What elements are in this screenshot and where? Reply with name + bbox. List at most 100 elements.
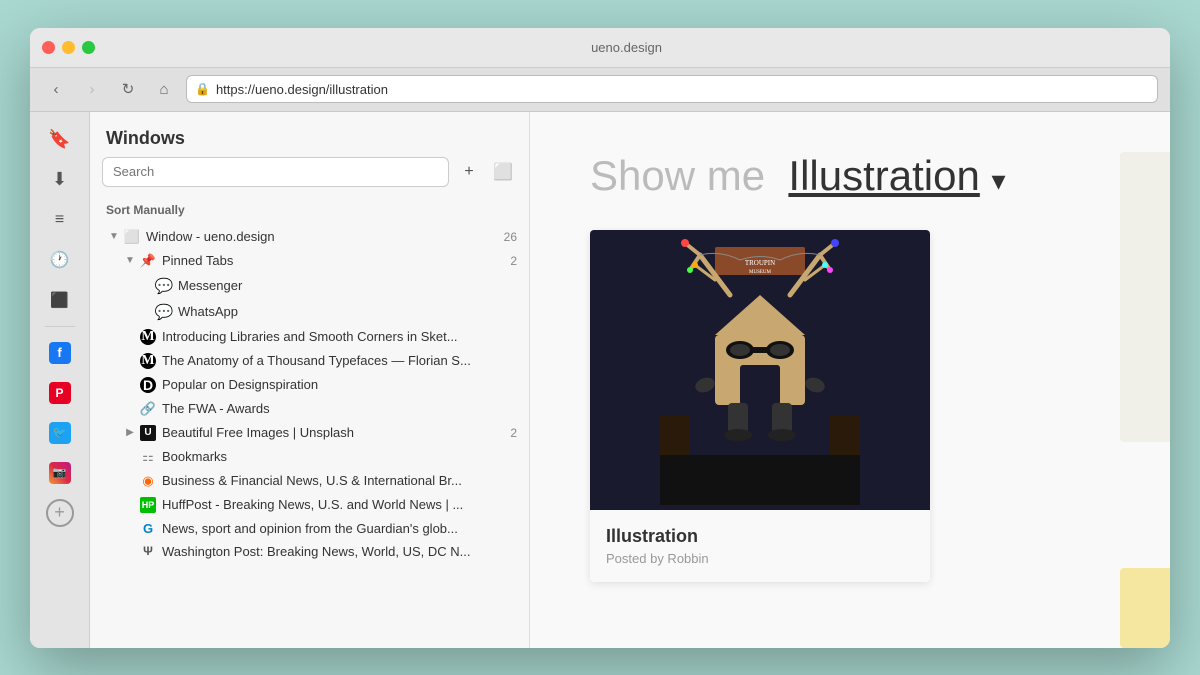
- medium-icon: M: [138, 353, 158, 369]
- tree-item-count: 2: [510, 426, 517, 440]
- tree-item-count: 2: [510, 254, 517, 268]
- page-heading: Show me Illustration ▾: [590, 152, 1110, 200]
- tree-item-label: Window - ueno.design: [146, 229, 504, 244]
- search-bar-container: + ⬜: [90, 157, 529, 199]
- svg-text:MUSEUM: MUSEUM: [749, 270, 772, 275]
- chevron-right-icon: ▶: [122, 427, 138, 438]
- tree-item-guardian[interactable]: G News, sport and opinion from the Guard…: [90, 517, 529, 540]
- right-edge-card-top: [1120, 152, 1170, 442]
- pinterest-icon: P: [49, 382, 71, 404]
- bookmark-icon: 🔖: [48, 129, 70, 150]
- tree-item-label: Popular on Designspiration: [162, 377, 529, 392]
- add-tab-button[interactable]: +: [455, 158, 483, 186]
- tree-list: ▼ ⬜ Window - ueno.design 26 ▼ 📌 Pinned T…: [90, 225, 529, 648]
- home-button[interactable]: ⌂: [150, 75, 178, 103]
- guardian-icon: G: [138, 521, 158, 536]
- whatsapp-icon: 💬: [154, 303, 174, 321]
- illustration-card[interactable]: TROUPIN MUSEUM: [590, 230, 930, 582]
- bookmarks-grid-icon: ⚏: [138, 449, 158, 465]
- tree-item-whatsapp[interactable]: 💬 WhatsApp: [90, 299, 529, 325]
- sidebar-facebook-btn[interactable]: f: [40, 335, 80, 371]
- browser-window: ueno.design ‹ › ↻ ⌂ 🔒 https://ueno.desig…: [30, 28, 1170, 648]
- tree-item-count: 26: [504, 230, 517, 244]
- sidebar-tabs-btn[interactable]: ⬛: [40, 282, 80, 318]
- sidebar-history-btn[interactable]: 🕐: [40, 242, 80, 278]
- tree-item-sketch-libraries[interactable]: M Introducing Libraries and Smooth Corne…: [90, 325, 529, 349]
- new-window-button[interactable]: ⬜: [489, 158, 517, 186]
- forward-button[interactable]: ›: [78, 75, 106, 103]
- tree-item-wapo[interactable]: Ψ Washington Post: Breaking News, World,…: [90, 540, 529, 563]
- title-bar: ueno.design: [30, 28, 1170, 68]
- window-icon: ⬜: [122, 229, 142, 245]
- tabs-icon: ⬛: [50, 291, 69, 309]
- sidebar-bookmarks-btn[interactable]: 🔖: [40, 122, 80, 158]
- business-icon: ◉: [138, 473, 158, 489]
- tree-item-label: WhatsApp: [178, 304, 517, 319]
- poster-svg: TROUPIN MUSEUM: [660, 235, 860, 505]
- lock-icon: 🔒: [195, 82, 210, 96]
- heading-highlight: Illustration: [788, 152, 979, 199]
- tree-item-huffpost[interactable]: HP HuffPost - Breaking News, U.S. and Wo…: [90, 493, 529, 517]
- dropdown-arrow[interactable]: ▾: [992, 165, 1006, 196]
- tree-item-fwa[interactable]: 🔗 The FWA - Awards: [90, 397, 529, 421]
- tree-item-label: Washington Post: Breaking News, World, U…: [162, 544, 529, 559]
- svg-text:TROUPIN: TROUPIN: [745, 259, 775, 267]
- instagram-icon: 📷: [49, 462, 71, 484]
- web-inner: Show me Illustration ▾ TROUPIN MUS: [530, 112, 1170, 622]
- maximize-button[interactable]: [82, 41, 95, 54]
- facebook-icon: f: [49, 342, 71, 364]
- window-title: ueno.design: [95, 40, 1158, 55]
- tree-item-label: The Anatomy of a Thousand Typefaces — Fl…: [162, 353, 529, 368]
- sidebar-instagram-btn[interactable]: 📷: [40, 455, 80, 491]
- tree-item-label: HuffPost - Breaking News, U.S. and World…: [162, 497, 529, 512]
- right-edge-card-bottom: [1120, 568, 1170, 648]
- tree-item-label: Introducing Libraries and Smooth Corners…: [162, 329, 529, 344]
- reload-button[interactable]: ↻: [114, 75, 142, 103]
- tree-item-anatomy-typefaces[interactable]: M The Anatomy of a Thousand Typefaces — …: [90, 349, 529, 373]
- tree-item-designspiration[interactable]: D Popular on Designspiration: [90, 373, 529, 397]
- twitter-icon: 🐦: [49, 422, 71, 444]
- sidebar-twitter-btn[interactable]: 🐦: [40, 415, 80, 451]
- download-icon: ⬇: [52, 169, 67, 190]
- tree-item-label: Pinned Tabs: [162, 253, 510, 268]
- reading-list-icon: ≡: [55, 211, 64, 229]
- card-info: Illustration Posted by Robbin: [590, 510, 930, 582]
- back-button[interactable]: ‹: [42, 75, 70, 103]
- tree-item-business[interactable]: ◉ Business & Financial News, U.S & Inter…: [90, 469, 529, 493]
- sort-label: Sort Manually: [90, 199, 529, 225]
- tree-item-messenger[interactable]: 💬 Messenger: [90, 273, 529, 299]
- pin-icon: 📌: [138, 253, 158, 269]
- medium-icon: M: [138, 329, 158, 345]
- add-app-button[interactable]: +: [46, 499, 74, 527]
- unsplash-icon: U: [138, 425, 158, 441]
- tree-item-window-root[interactable]: ▼ ⬜ Window - ueno.design 26: [90, 225, 529, 249]
- sidebar-downloads-btn[interactable]: ⬇: [40, 162, 80, 198]
- wapo-icon: Ψ: [138, 544, 158, 558]
- sidebar-reading-btn[interactable]: ≡: [40, 202, 80, 238]
- card-image: TROUPIN MUSEUM: [590, 230, 930, 510]
- designspiration-icon: D: [138, 377, 158, 393]
- nav-bar: ‹ › ↻ ⌂ 🔒 https://ueno.design/illustrati…: [30, 68, 1170, 112]
- address-bar[interactable]: 🔒 https://ueno.design/illustration: [186, 75, 1158, 103]
- chevron-down-icon: ▼: [122, 255, 138, 266]
- tree-item-bookmarks[interactable]: ⚏ Bookmarks: [90, 445, 529, 469]
- tree-item-label: Beautiful Free Images | Unsplash: [162, 425, 510, 440]
- tree-item-unsplash[interactable]: ▶ U Beautiful Free Images | Unsplash 2: [90, 421, 529, 445]
- tree-item-label: Business & Financial News, U.S & Interna…: [162, 473, 529, 488]
- tree-item-label: News, sport and opinion from the Guardia…: [162, 521, 529, 536]
- windows-panel-title: Windows: [90, 112, 529, 157]
- sidebar-icons: 🔖 ⬇ ≡ 🕐 ⬛ f P 🐦: [30, 112, 90, 648]
- tree-item-label: The FWA - Awards: [162, 401, 529, 416]
- close-button[interactable]: [42, 41, 55, 54]
- sidebar-pinterest-btn[interactable]: P: [40, 375, 80, 411]
- search-input[interactable]: [102, 157, 449, 187]
- traffic-lights: [42, 41, 95, 54]
- chevron-down-icon: ▼: [106, 231, 122, 242]
- main-area: 🔖 ⬇ ≡ 🕐 ⬛ f P 🐦: [30, 112, 1170, 648]
- tree-item-label: Bookmarks: [162, 449, 529, 464]
- messenger-icon: 💬: [154, 277, 174, 295]
- tree-item-pinned-tabs[interactable]: ▼ 📌 Pinned Tabs 2: [90, 249, 529, 273]
- huffpost-icon: HP: [138, 497, 158, 513]
- windows-panel: Windows + ⬜ Sort Manually ▼ ⬜ Window - u…: [90, 112, 530, 648]
- minimize-button[interactable]: [62, 41, 75, 54]
